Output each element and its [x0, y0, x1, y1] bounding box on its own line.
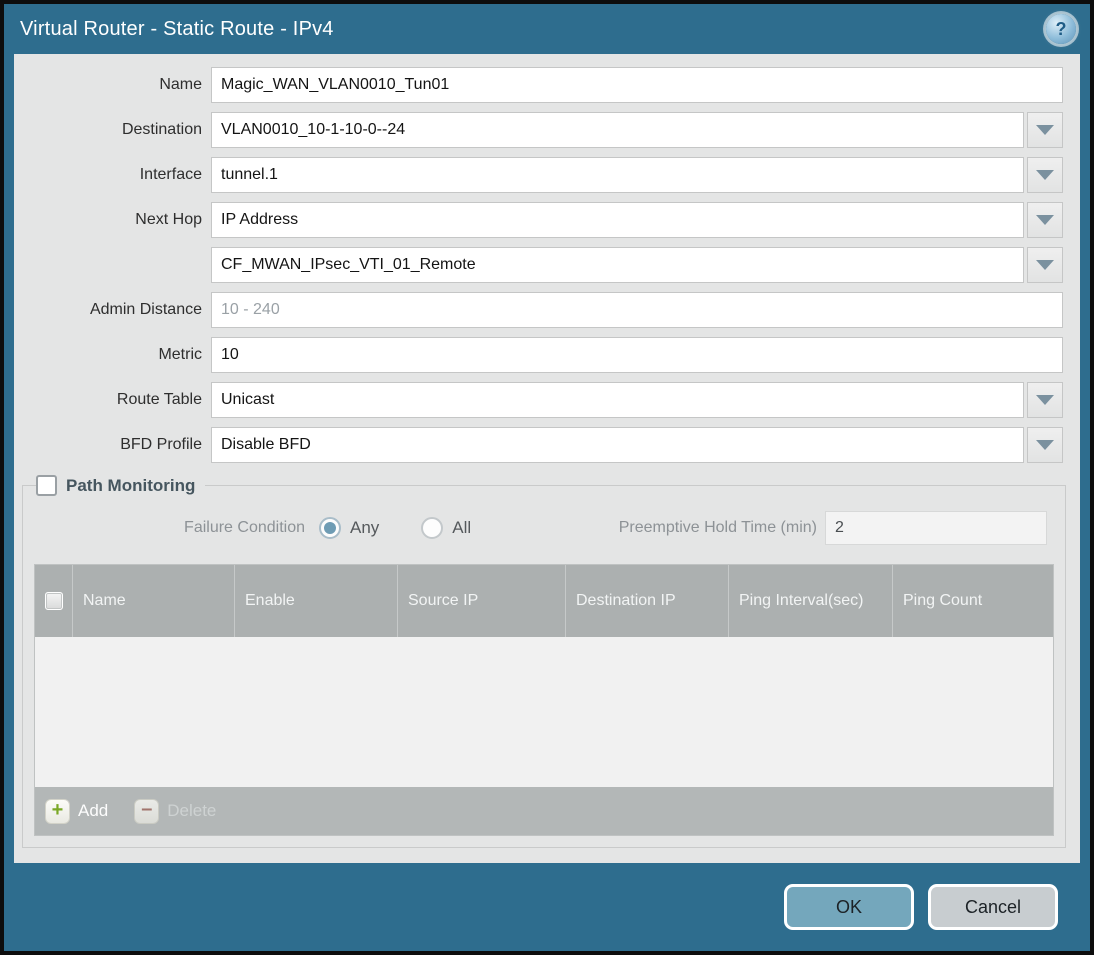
delete-button[interactable]: – Delete — [134, 798, 217, 824]
failure-condition-row: Failure Condition Any All Preemptive Hol… — [34, 510, 1054, 546]
table-header: Name Enable Source IP Destination IP Pin… — [35, 565, 1053, 637]
bfd-profile-row: BFD Profile — [14, 427, 1080, 463]
name-label: Name — [159, 76, 202, 93]
failure-condition-all-label: All — [452, 518, 472, 537]
bfd-profile-label: BFD Profile — [120, 436, 202, 453]
metric-input[interactable] — [211, 337, 1063, 373]
select-all-checkbox[interactable] — [44, 592, 63, 610]
ok-button[interactable]: OK — [784, 884, 914, 930]
help-icon[interactable]: ? — [1046, 14, 1076, 44]
interface-label: Interface — [139, 166, 202, 183]
chevron-down-icon — [1036, 170, 1054, 180]
next-hop-address-input[interactable] — [211, 247, 1024, 283]
delete-button-label: Delete — [167, 801, 217, 820]
cancel-button[interactable]: Cancel — [928, 884, 1058, 930]
column-header-ping-count[interactable]: Ping Count — [893, 565, 1053, 637]
route-table-label: Route Table — [116, 391, 202, 408]
next-hop-type-dropdown-button[interactable] — [1027, 202, 1063, 238]
minus-icon: – — [134, 798, 160, 824]
admin-distance-label: Admin Distance — [89, 301, 202, 318]
name-row: Name — [14, 67, 1080, 103]
select-all-cell — [35, 565, 73, 637]
dialog-footer: OK Cancel — [4, 863, 1090, 951]
column-header-ping-interval[interactable]: Ping Interval(sec) — [729, 565, 893, 637]
column-header-enable[interactable]: Enable — [235, 565, 398, 637]
next-hop-address-row — [14, 247, 1080, 283]
static-route-dialog: Virtual Router - Static Route - IPv4 ? N… — [0, 0, 1094, 955]
column-header-destination-ip[interactable]: Destination IP — [566, 565, 729, 637]
route-table-row: Route Table — [14, 382, 1080, 418]
route-table-input[interactable] — [211, 382, 1024, 418]
failure-condition-any-radio[interactable] — [319, 517, 341, 539]
interface-row: Interface — [14, 157, 1080, 193]
bfd-profile-input[interactable] — [211, 427, 1024, 463]
failure-condition-any-label: Any — [350, 518, 380, 537]
destination-dropdown-button[interactable] — [1027, 112, 1063, 148]
name-input[interactable] — [211, 67, 1063, 103]
chevron-down-icon — [1036, 395, 1054, 405]
dialog-content: Name Destination Interface — [14, 54, 1080, 863]
path-monitoring-section: Path Monitoring Failure Condition Any Al… — [22, 475, 1066, 848]
path-monitoring-checkbox[interactable] — [36, 475, 57, 496]
next-hop-type-input[interactable] — [211, 202, 1024, 238]
next-hop-label: Next Hop — [135, 211, 202, 228]
chevron-down-icon — [1036, 260, 1054, 270]
titlebar: Virtual Router - Static Route - IPv4 ? — [4, 4, 1090, 54]
dialog-title: Virtual Router - Static Route - IPv4 — [20, 17, 334, 40]
preemptive-hold-time-input[interactable] — [825, 511, 1047, 545]
next-hop-address-dropdown-button[interactable] — [1027, 247, 1063, 283]
interface-input[interactable] — [211, 157, 1024, 193]
column-header-name[interactable]: Name — [73, 565, 235, 637]
chevron-down-icon — [1036, 440, 1054, 450]
table-body-empty — [35, 637, 1053, 787]
column-header-source-ip[interactable]: Source IP — [398, 565, 566, 637]
chevron-down-icon — [1036, 215, 1054, 225]
failure-condition-label: Failure Condition — [184, 519, 305, 536]
route-table-dropdown-button[interactable] — [1027, 382, 1063, 418]
path-monitoring-title: Path Monitoring — [66, 475, 196, 495]
destination-input[interactable] — [211, 112, 1024, 148]
add-button-label: Add — [78, 801, 109, 820]
path-monitoring-legend: Path Monitoring — [36, 475, 205, 496]
next-hop-row: Next Hop — [14, 202, 1080, 238]
admin-distance-row: Admin Distance — [14, 292, 1080, 328]
chevron-down-icon — [1036, 125, 1054, 135]
preemptive-hold-time-label: Preemptive Hold Time (min) — [618, 519, 817, 536]
destination-label: Destination — [121, 121, 202, 138]
bfd-profile-dropdown-button[interactable] — [1027, 427, 1063, 463]
path-monitoring-table: Name Enable Source IP Destination IP Pin… — [34, 564, 1054, 836]
table-footer: + Add – Delete — [35, 787, 1053, 835]
interface-dropdown-button[interactable] — [1027, 157, 1063, 193]
metric-label: Metric — [158, 346, 202, 363]
metric-row: Metric — [14, 337, 1080, 373]
admin-distance-input[interactable] — [211, 292, 1063, 328]
plus-icon: + — [45, 798, 70, 824]
add-button[interactable]: + Add — [45, 798, 109, 824]
failure-condition-all-radio[interactable] — [421, 517, 444, 539]
destination-row: Destination — [14, 112, 1080, 148]
